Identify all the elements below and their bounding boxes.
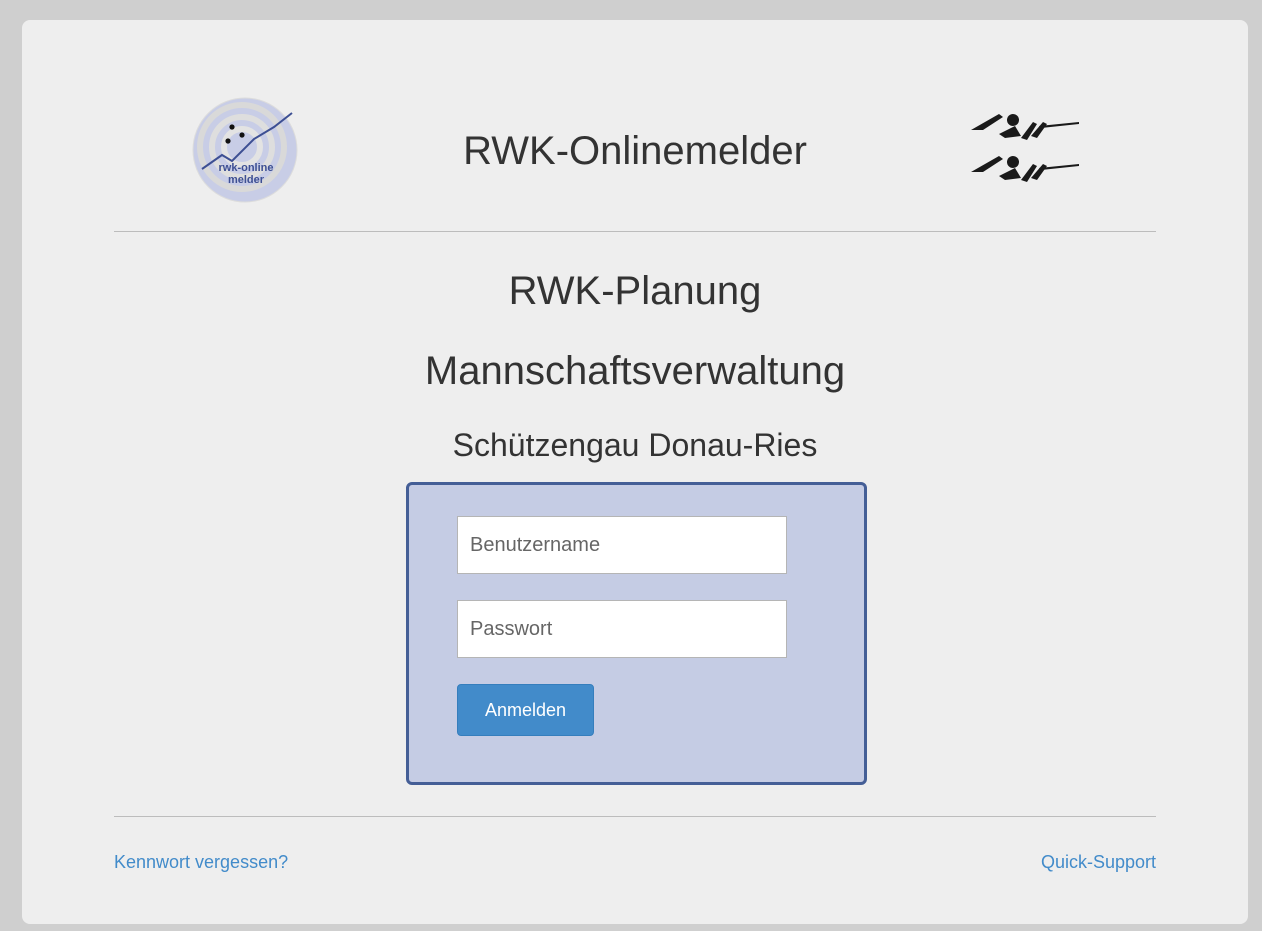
header: rwk-online melder RWK-Onlinemelder — [114, 20, 1156, 232]
heading-team-admin: Mannschaftsverwaltung — [424, 349, 846, 393]
heading-planning: RWK-Planung — [508, 269, 762, 313]
quick-support-link[interactable]: Quick-Support — [1041, 852, 1156, 873]
logo-left-line2: melder — [228, 174, 265, 186]
main-panel: rwk-online melder RWK-Onlinemelder RWK-P… — [22, 20, 1248, 924]
forgot-password-link[interactable]: Kennwort vergessen? — [114, 852, 288, 873]
login-button[interactable]: Anmelden — [457, 684, 594, 736]
username-input[interactable] — [457, 516, 787, 574]
header-divider — [114, 231, 1156, 232]
footer-divider — [114, 816, 1156, 817]
shooting-association-logo — [969, 108, 1081, 194]
shooter-icon — [971, 156, 1079, 182]
shooter-icon — [971, 114, 1079, 140]
login-form: Anmelden — [406, 482, 867, 785]
heading-district: Schützengau Donau-Ries — [452, 427, 818, 463]
password-input[interactable] — [457, 600, 787, 658]
